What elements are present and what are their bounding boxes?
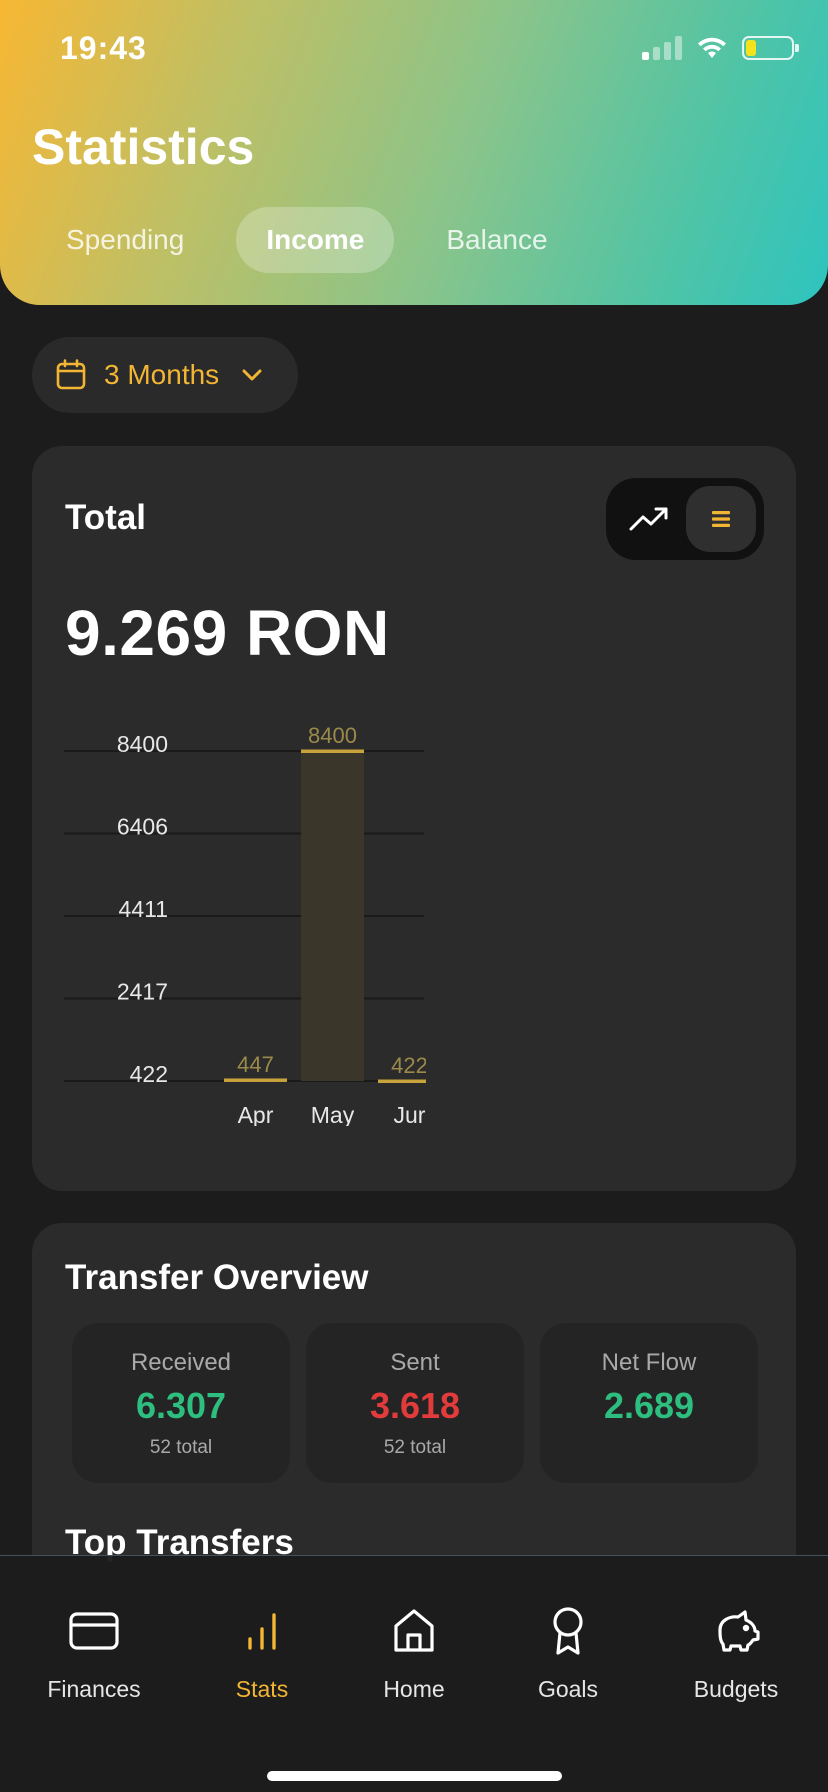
income-bar-chart: 8400 6406 4411 2417 422 447 Apr 8400 May 422 Jur [64, 723, 428, 1126]
tab-income[interactable]: Income [236, 207, 395, 273]
credit-card-icon [69, 1612, 119, 1650]
chart-bar[interactable] [301, 751, 364, 1081]
nav-stats-label: Stats [235, 1676, 289, 1702]
bar-list-icon [712, 511, 730, 527]
total-title: Total [65, 498, 147, 537]
tab-balance[interactable]: Balance [416, 207, 577, 273]
bar-chart-icon [248, 1613, 276, 1650]
total-amount: 9.269 RON [65, 597, 390, 669]
y-tick-label: 2417 [117, 978, 168, 1004]
page-title: Statistics [32, 119, 255, 175]
home-indicator [267, 1771, 562, 1781]
nav-home-label: Home [383, 1676, 445, 1702]
nav-home[interactable]: Home [344, 1606, 484, 1703]
piggy-bank-icon [718, 1610, 760, 1652]
bar-value-label: 447 [237, 1052, 274, 1077]
y-tick-label: 422 [130, 1061, 168, 1087]
x-tick-label: Apr [238, 1102, 274, 1126]
bar-value-label: 8400 [308, 723, 357, 748]
bar-view-button[interactable] [686, 486, 756, 552]
received-label: Received [130, 1349, 232, 1376]
calendar-icon [56, 359, 86, 390]
bar-value-label: 422 [391, 1053, 428, 1078]
transfer-overview-title: Transfer Overview [65, 1258, 369, 1297]
net-flow-value: 2.689 [603, 1385, 695, 1426]
status-time: 19:43 [60, 30, 147, 66]
received-stat[interactable]: Received 6.307 52 total [72, 1323, 290, 1483]
chevron-down-icon [242, 369, 262, 381]
nav-budgets[interactable]: Budgets [666, 1606, 806, 1703]
chart-bar-cap [378, 1079, 426, 1083]
y-tick-label: 4411 [119, 896, 168, 922]
status-icons [642, 36, 799, 60]
header: 19:43 Statistics Spending Income Balance [0, 0, 828, 305]
net-flow-stat[interactable]: Net Flow 2.689 [540, 1323, 758, 1483]
sent-value: 3.618 [369, 1385, 461, 1426]
period-label: 3 Months [104, 359, 220, 390]
y-tick-label: 8400 [117, 731, 168, 757]
tab-bar: Spending Income Balance [36, 207, 600, 273]
bars-group: 447 Apr 8400 May 422 Jur [224, 723, 428, 1126]
sent-count: 52 total [383, 1437, 447, 1458]
cellular-signal-icon [642, 36, 682, 60]
chart-bar-cap [224, 1078, 287, 1082]
received-count: 52 total [149, 1437, 213, 1458]
line-view-button[interactable] [614, 486, 684, 552]
sent-label: Sent [390, 1349, 440, 1376]
received-value: 6.307 [135, 1385, 227, 1426]
chart-bar-cap [301, 749, 364, 753]
nav-stats[interactable]: Stats [192, 1606, 332, 1703]
chart-view-toggle [606, 478, 764, 560]
battery-icon [742, 36, 799, 60]
wifi-icon [698, 37, 726, 58]
home-icon [394, 1609, 434, 1652]
nav-goals-label: Goals [537, 1676, 599, 1702]
trend-line-icon [629, 507, 668, 531]
tab-spending[interactable]: Spending [36, 207, 214, 273]
total-card: Total 9.269 RON 8400 6406 4411 2417 422 447 Ap… [32, 446, 796, 1191]
nav-goals[interactable]: Goals [498, 1606, 638, 1703]
period-selector[interactable]: 3 Months [32, 337, 298, 413]
nav-finances[interactable]: Finances [24, 1606, 164, 1703]
award-icon [553, 1607, 583, 1655]
y-tick-label: 6406 [117, 813, 168, 839]
transfer-stats: Received 6.307 52 total Sent 3.618 52 to… [72, 1323, 758, 1483]
x-tick-label: May [311, 1102, 355, 1126]
net-flow-label: Net Flow [601, 1349, 697, 1376]
bottom-nav: Finances Stats Home Goals Budgets [0, 1555, 828, 1792]
sent-stat[interactable]: Sent 3.618 52 total [306, 1323, 524, 1483]
nav-budgets-label: Budgets [693, 1676, 779, 1702]
nav-finances-label: Finances [47, 1676, 141, 1702]
x-tick-label: Jur [394, 1102, 426, 1126]
